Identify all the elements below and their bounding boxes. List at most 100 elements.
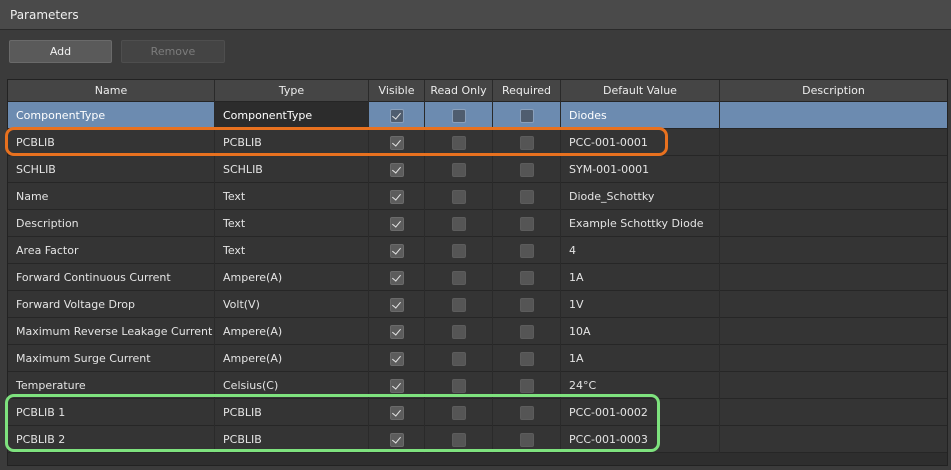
name-cell[interactable]: Name [8, 183, 215, 210]
visible-checkbox[interactable] [390, 217, 404, 231]
required-checkbox[interactable] [520, 109, 534, 123]
read-only-checkbox[interactable] [452, 190, 466, 204]
default-value-cell[interactable]: 10A [561, 318, 720, 345]
column-header-required[interactable]: Required [493, 80, 561, 102]
column-header-visible[interactable]: Visible [369, 80, 425, 102]
visible-checkbox[interactable] [390, 352, 404, 366]
read-only-checkbox[interactable] [452, 352, 466, 366]
read-only-checkbox[interactable] [452, 271, 466, 285]
description-cell[interactable] [720, 102, 947, 129]
default-value-cell[interactable]: SYM-001-0001 [561, 156, 720, 183]
type-cell[interactable]: Ampere(A) [215, 264, 369, 291]
read-only-checkbox[interactable] [452, 379, 466, 393]
read-only-checkbox[interactable] [452, 217, 466, 231]
description-cell[interactable] [720, 345, 947, 372]
table-row[interactable]: Description Text Example Schottky Diode [8, 210, 947, 237]
column-header-type[interactable]: Type [215, 80, 369, 102]
name-cell[interactable]: Maximum Surge Current [8, 345, 215, 372]
panel-title: Parameters [0, 0, 951, 30]
visible-checkbox[interactable] [390, 298, 404, 312]
read-only-cell [425, 345, 493, 372]
visible-checkbox[interactable] [390, 244, 404, 258]
description-cell[interactable] [720, 291, 947, 318]
type-cell[interactable]: Text [215, 183, 369, 210]
check-icon [392, 191, 401, 201]
required-checkbox[interactable] [520, 352, 534, 366]
type-cell[interactable]: Ampere(A) [215, 345, 369, 372]
description-cell[interactable] [720, 156, 947, 183]
type-cell[interactable]: Text [215, 210, 369, 237]
table-row[interactable]: SCHLIB SCHLIB SYM-001-0001 [8, 156, 947, 183]
default-value-cell[interactable]: Diode_Schottky [561, 183, 720, 210]
name-cell[interactable]: SCHLIB [8, 156, 215, 183]
name-cell[interactable]: Forward Voltage Drop [8, 291, 215, 318]
visible-cell [369, 183, 425, 210]
name-cell[interactable]: Maximum Reverse Leakage Current [8, 318, 215, 345]
description-cell[interactable] [720, 264, 947, 291]
table-row[interactable]: ComponentType ComponentType Diodes [8, 102, 947, 129]
read-only-cell [425, 291, 493, 318]
visible-checkbox[interactable] [390, 163, 404, 177]
default-value-cell[interactable]: Example Schottky Diode [561, 210, 720, 237]
table-row[interactable]: Forward Continuous Current Ampere(A) 1A [8, 264, 947, 291]
grid-header: Name Type Visible Read Only Required Def… [8, 80, 947, 102]
visible-checkbox[interactable] [390, 271, 404, 285]
visible-cell [369, 102, 425, 129]
default-value-cell[interactable]: 1A [561, 264, 720, 291]
required-checkbox[interactable] [520, 244, 534, 258]
description-cell[interactable] [720, 237, 947, 264]
description-cell[interactable] [720, 210, 947, 237]
description-cell[interactable] [720, 426, 947, 453]
default-value-cell[interactable]: 1A [561, 345, 720, 372]
read-only-checkbox[interactable] [452, 163, 466, 177]
table-row[interactable]: Maximum Reverse Leakage Current Ampere(A)… [8, 318, 947, 345]
column-header-read-only[interactable]: Read Only [425, 80, 493, 102]
read-only-checkbox[interactable] [452, 244, 466, 258]
description-cell[interactable] [720, 129, 947, 156]
required-checkbox[interactable] [520, 271, 534, 285]
type-cell[interactable]: ComponentType [215, 102, 369, 129]
type-cell[interactable]: Ampere(A) [215, 318, 369, 345]
default-value-cell[interactable]: Diodes [561, 102, 720, 129]
description-cell[interactable] [720, 318, 947, 345]
required-checkbox[interactable] [520, 325, 534, 339]
toolbar: Add Remove [0, 30, 951, 72]
required-checkbox[interactable] [520, 190, 534, 204]
remove-button[interactable]: Remove [121, 40, 225, 63]
type-cell[interactable]: Volt(V) [215, 291, 369, 318]
default-value-cell[interactable]: 1V [561, 291, 720, 318]
description-cell[interactable] [720, 183, 947, 210]
description-cell[interactable] [720, 372, 947, 399]
column-header-name[interactable]: Name [8, 80, 215, 102]
table-row[interactable]: Maximum Surge Current Ampere(A) 1A [8, 345, 947, 372]
visible-cell [369, 264, 425, 291]
name-cell[interactable]: Area Factor [8, 237, 215, 264]
visible-checkbox[interactable] [390, 190, 404, 204]
read-only-checkbox[interactable] [452, 298, 466, 312]
required-checkbox[interactable] [520, 379, 534, 393]
column-header-description[interactable]: Description [720, 80, 947, 102]
name-cell[interactable]: ComponentType [8, 102, 215, 129]
read-only-checkbox[interactable] [452, 325, 466, 339]
name-cell[interactable]: Forward Continuous Current [8, 264, 215, 291]
table-row[interactable]: Forward Voltage Drop Volt(V) 1V [8, 291, 947, 318]
default-value-cell[interactable]: 4 [561, 237, 720, 264]
required-checkbox[interactable] [520, 298, 534, 312]
visible-checkbox[interactable] [390, 109, 404, 123]
add-button[interactable]: Add [9, 40, 112, 63]
table-row[interactable]: Name Text Diode_Schottky [8, 183, 947, 210]
required-cell [493, 102, 561, 129]
read-only-cell [425, 237, 493, 264]
type-cell[interactable]: SCHLIB [215, 156, 369, 183]
name-cell[interactable]: Description [8, 210, 215, 237]
visible-checkbox[interactable] [390, 325, 404, 339]
description-cell[interactable] [720, 399, 947, 426]
type-cell[interactable]: Text [215, 237, 369, 264]
check-icon [392, 110, 401, 120]
column-header-default-value[interactable]: Default Value [561, 80, 720, 102]
required-checkbox[interactable] [520, 217, 534, 231]
required-checkbox[interactable] [520, 163, 534, 177]
read-only-checkbox[interactable] [452, 109, 466, 123]
visible-checkbox[interactable] [390, 379, 404, 393]
table-row[interactable]: Area Factor Text 4 [8, 237, 947, 264]
